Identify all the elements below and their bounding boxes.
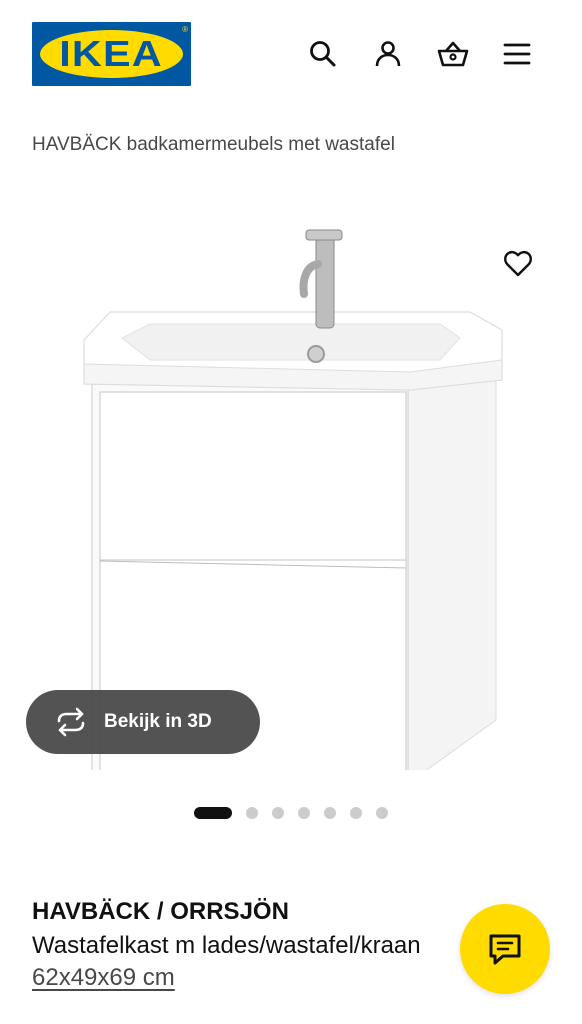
- search-button[interactable]: [303, 34, 343, 74]
- ikea-logo[interactable]: IKEA ®: [32, 22, 191, 86]
- heart-icon: [504, 250, 532, 277]
- rotate-3d-icon: [57, 707, 85, 737]
- favorite-button[interactable]: [496, 242, 540, 286]
- product-image: [83, 229, 503, 770]
- logo-oval: IKEA: [40, 30, 183, 78]
- gallery-dot[interactable]: [246, 807, 258, 819]
- product-description: Wastafelkast m lades/wastafel/kraan: [32, 932, 421, 959]
- breadcrumb[interactable]: HAVBÄCK badkamermeubels met wastafel: [32, 134, 395, 156]
- gallery-dot[interactable]: [350, 807, 362, 819]
- user-icon: [375, 41, 401, 67]
- search-icon: [310, 41, 336, 67]
- account-button[interactable]: [368, 34, 408, 74]
- gallery-pagination: [194, 806, 402, 820]
- view-3d-button[interactable]: Bekijk in 3D: [26, 690, 260, 754]
- registered-mark: ®: [182, 25, 188, 34]
- product-size-link[interactable]: 62x49x69 cm: [32, 964, 175, 992]
- chat-icon: [489, 934, 521, 965]
- view-3d-label: Bekijk in 3D: [104, 711, 212, 732]
- menu-button[interactable]: [497, 34, 537, 74]
- product-name: HAVBÄCK / ORRSJÖN: [32, 898, 289, 925]
- basket-icon: [437, 41, 469, 67]
- gallery-dot[interactable]: [298, 807, 310, 819]
- basket-button[interactable]: [433, 34, 473, 74]
- header: IKEA ®: [0, 0, 582, 110]
- logo-text: IKEA: [59, 33, 164, 74]
- menu-icon: [503, 43, 531, 65]
- chat-button[interactable]: [460, 904, 550, 994]
- gallery-dot[interactable]: [376, 807, 388, 819]
- gallery-dot[interactable]: [324, 807, 336, 819]
- gallery-dot[interactable]: [272, 807, 284, 819]
- gallery-dot-active[interactable]: [194, 807, 232, 819]
